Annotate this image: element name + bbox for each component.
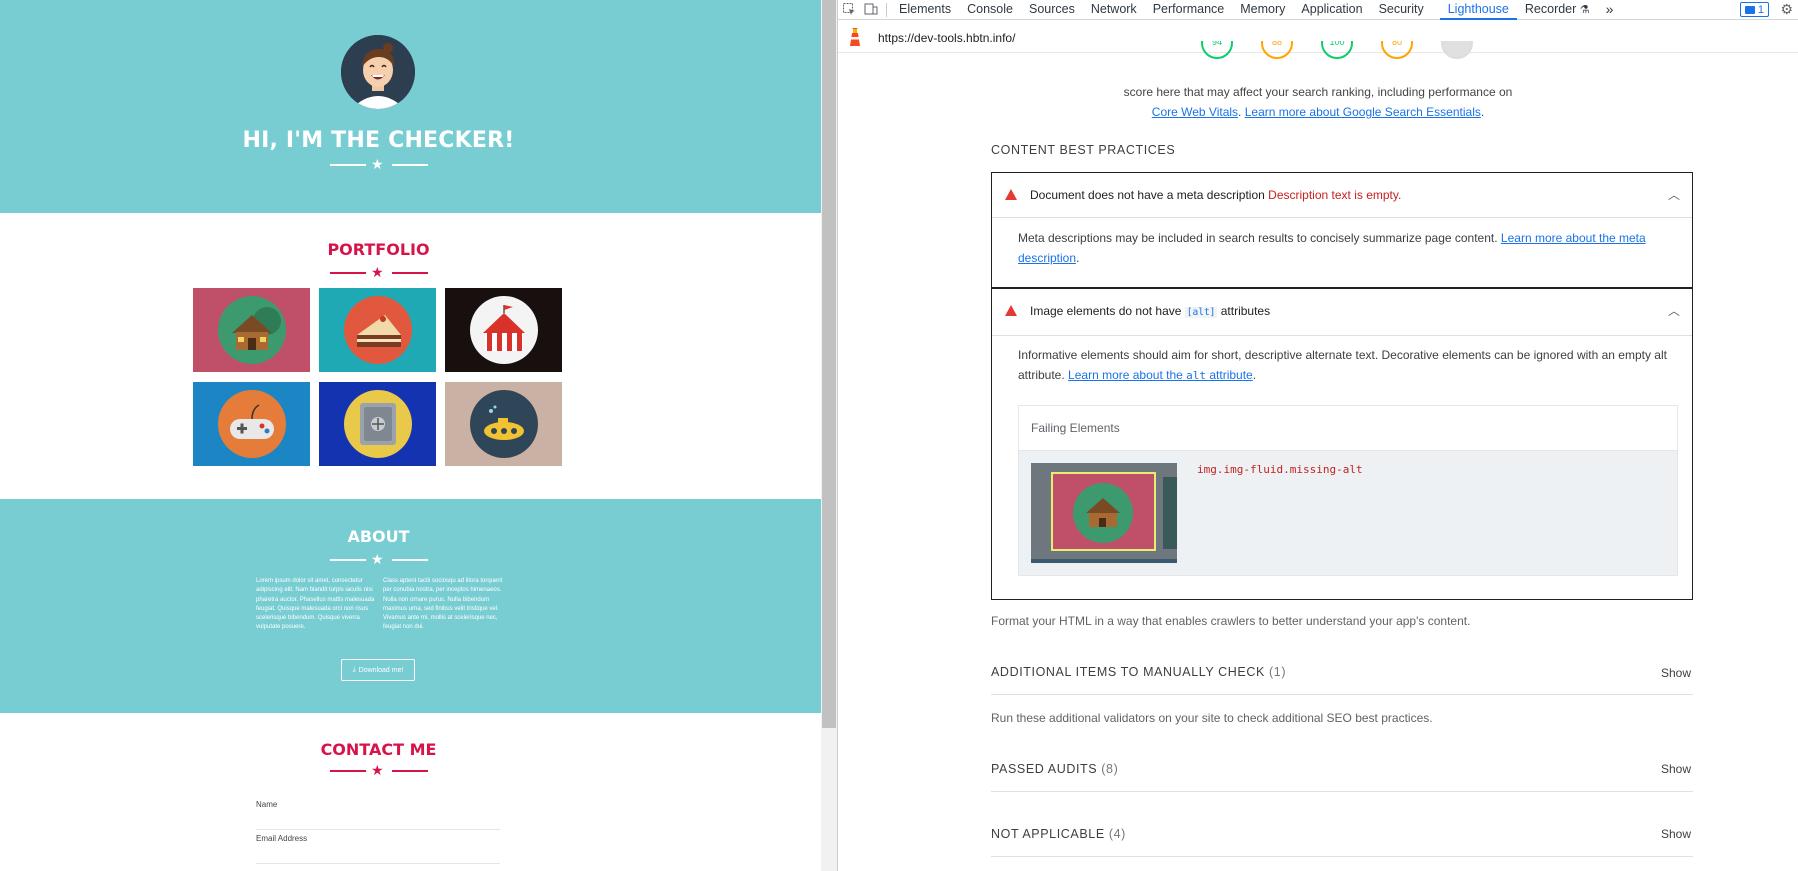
section-separator: [991, 694, 1693, 695]
hero-star-divider: ★: [330, 156, 428, 172]
gauge-accessibility[interactable]: 88: [1261, 41, 1293, 59]
issues-badge[interactable]: 1: [1739, 2, 1769, 17]
passed-audits-show-button[interactable]: Show: [1661, 762, 1691, 776]
name-field[interactable]: Name: [256, 800, 500, 830]
tab-performance[interactable]: Performance: [1145, 0, 1233, 20]
download-button[interactable]: ⤓ Download me!: [341, 659, 415, 681]
about-section: ABOUT ★ Lorem ipsum dolor sit amet, cons…: [0, 499, 821, 713]
section-separator: [991, 856, 1693, 857]
portfolio-tile-game-controller[interactable]: [193, 382, 310, 466]
audit-image-alt-header[interactable]: Image elements do not have [alt] attribu…: [992, 289, 1692, 333]
section-separator: [991, 791, 1693, 792]
not-applicable-show-button[interactable]: Show: [1661, 827, 1691, 841]
gauge-best-practices[interactable]: 100: [1321, 41, 1353, 59]
circus-tent-icon: [469, 296, 538, 364]
element-screenshot-thumbnail: [1031, 463, 1177, 563]
about-text-right: Class aptent taciti sociosqu ad litora t…: [383, 578, 503, 631]
email-field[interactable]: Email Address: [256, 834, 500, 864]
page-scrollbar[interactable]: [821, 0, 837, 871]
audit-divider: [992, 217, 1692, 218]
about-text-left: Lorem ipsum dolor sit amet, consectetur …: [256, 578, 375, 631]
star-icon: ★: [371, 156, 384, 172]
audit-image-alt: Image elements do not have [alt] attribu…: [991, 288, 1693, 600]
devtools-tab-bar: Elements Console Sources Network Perform…: [838, 0, 1798, 20]
audit-meta-description-header[interactable]: Document does not have a meta descriptio…: [992, 173, 1692, 217]
chevron-up-icon[interactable]: ︿: [1668, 186, 1680, 203]
audit-meta-description: Document does not have a meta descriptio…: [991, 172, 1693, 288]
failing-node-selector[interactable]: img.img-fluid.missing-alt: [1197, 463, 1363, 476]
toolbar-separator: [886, 2, 887, 17]
learn-more-alt-attribute-link[interactable]: Learn more about the alt attribute: [1068, 368, 1253, 382]
more-tabs-chevron-icon[interactable]: »: [1598, 0, 1622, 20]
portfolio-tile-cabin[interactable]: [193, 288, 310, 372]
gear-icon[interactable]: ⚙: [1780, 1, 1793, 18]
gauge-performance[interactable]: 94: [1201, 41, 1233, 59]
device-toolbar-icon[interactable]: [860, 0, 882, 20]
star-icon: ★: [371, 264, 384, 280]
audit-divider: [992, 335, 1692, 336]
manual-check-note: Run these additional validators on your …: [991, 711, 1433, 725]
audit-meta-description-body: Meta descriptions may be included in sea…: [1018, 231, 1646, 265]
content-best-practices-heading: CONTENT BEST PRACTICES: [991, 143, 1176, 157]
safe-icon: [343, 390, 412, 458]
submarine-icon: [469, 390, 538, 458]
audit-status-text: Description text is empty.: [1268, 188, 1402, 202]
cabin-icon: [217, 296, 286, 364]
hero-section: HI, I'M THE CHECKER! ★: [0, 0, 821, 213]
tab-console[interactable]: Console: [959, 0, 1021, 20]
not-applicable-heading[interactable]: NOT APPLICABLE (4): [991, 827, 1126, 841]
warning-triangle-icon: [1005, 305, 1017, 316]
format-html-note: Format your HTML in a way that enables c…: [991, 614, 1471, 628]
portfolio-tile-cake[interactable]: [319, 288, 436, 372]
audit-image-alt-body: Informative elements should aim for shor…: [1018, 348, 1667, 382]
website-viewport: HI, I'M THE CHECKER! ★ PORTFOLIO ★ ABOUT…: [0, 0, 821, 871]
chevron-up-icon[interactable]: ︿: [1668, 302, 1680, 319]
scrollbar-thumb[interactable]: [822, 0, 836, 728]
portfolio-tile-circus-tent[interactable]: [445, 288, 562, 372]
search-essentials-link[interactable]: Learn more about Google Search Essential…: [1245, 105, 1481, 119]
tab-security[interactable]: Security: [1371, 0, 1432, 20]
seo-description: score here that may affect your search r…: [1123, 85, 1513, 119]
tab-recorder[interactable]: Recorder ⚗: [1517, 0, 1598, 20]
failing-elements-table: Failing Elements img.img-fluid.missing-a…: [1018, 405, 1678, 576]
about-title: ABOUT: [347, 527, 410, 546]
tab-application[interactable]: Application: [1293, 0, 1370, 20]
star-icon: ★: [371, 551, 384, 567]
contact-title: CONTACT ME: [320, 740, 437, 759]
gauge-seo[interactable]: 80: [1381, 41, 1413, 59]
manual-check-heading[interactable]: ADDITIONAL ITEMS TO MANUALLY CHECK (1): [991, 665, 1286, 679]
gauge-pwa[interactable]: [1441, 41, 1473, 59]
message-icon: [1744, 5, 1755, 14]
portfolio-title: PORTFOLIO: [327, 240, 430, 259]
portfolio-star-divider: ★: [330, 264, 428, 280]
tab-network[interactable]: Network: [1083, 0, 1145, 20]
about-star-divider: ★: [330, 551, 428, 567]
tab-lighthouse[interactable]: Lighthouse: [1439, 0, 1517, 20]
tab-sources[interactable]: Sources: [1021, 0, 1083, 20]
cake-icon: [343, 296, 412, 364]
passed-audits-heading[interactable]: PASSED AUDITS (8): [991, 762, 1118, 776]
inspect-element-icon[interactable]: [838, 0, 860, 20]
contact-star-divider: ★: [330, 762, 428, 778]
core-web-vitals-link[interactable]: Core Web Vitals: [1152, 105, 1238, 119]
manual-check-show-button[interactable]: Show: [1661, 666, 1691, 680]
devtools-panel: Elements Console Sources Network Perform…: [837, 0, 1798, 871]
download-icon: ⤓: [352, 666, 356, 673]
hero-title: HI, I'M THE CHECKER!: [242, 128, 515, 153]
warning-triangle-icon: [1005, 189, 1017, 200]
portfolio-tile-safe[interactable]: [319, 382, 436, 466]
experiment-flask-icon: ⚗: [1579, 3, 1590, 16]
score-gauges: 94 88 100 80: [838, 41, 1798, 71]
game-controller-icon: [217, 390, 286, 458]
tab-memory[interactable]: Memory: [1232, 0, 1293, 20]
failing-element-row[interactable]: img.img-fluid.missing-alt: [1019, 451, 1677, 575]
portfolio-tile-submarine[interactable]: [445, 382, 562, 466]
avatar: [341, 35, 415, 109]
failing-elements-header: Failing Elements: [1019, 406, 1677, 451]
star-icon: ★: [371, 762, 384, 778]
tab-elements[interactable]: Elements: [891, 0, 959, 20]
